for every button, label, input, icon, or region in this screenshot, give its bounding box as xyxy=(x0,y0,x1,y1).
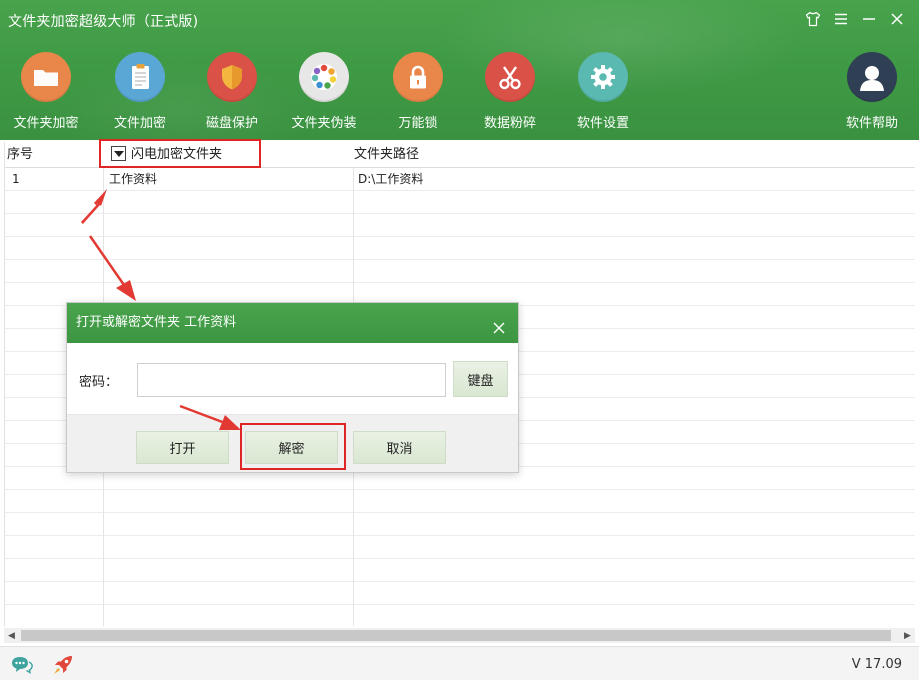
app-header: 文件夹加密超级大师（正式版) 文件夹加密 文件加密 磁盘保护 文件夹伪装 万能锁… xyxy=(0,0,919,140)
skin-icon[interactable] xyxy=(803,8,823,30)
keyboard-button[interactable]: 键盘 xyxy=(453,361,508,397)
dialog-close-icon[interactable] xyxy=(490,314,508,334)
row-folder-name: 工作资料 xyxy=(109,172,158,186)
menu-icon[interactable] xyxy=(831,8,851,30)
lock-icon xyxy=(393,52,443,102)
sort-dropdown-icon[interactable] xyxy=(111,146,126,161)
toolbar-label: 文件夹加密 xyxy=(13,116,79,131)
empty-row xyxy=(5,191,915,214)
empty-row xyxy=(5,559,915,582)
toolbar-universal-lock[interactable]: 万能锁 xyxy=(375,52,461,131)
column-header-folder-label: 闪电加密文件夹 xyxy=(131,147,223,162)
dialog-footer: 打开 解密 取消 xyxy=(67,414,518,472)
toolbar-file-encrypt[interactable]: 文件加密 xyxy=(97,52,183,131)
version-label: V 17.09 xyxy=(851,657,902,672)
empty-row xyxy=(5,605,915,626)
toolbar-folder-disguise[interactable]: 文件夹伪装 xyxy=(281,52,367,131)
open-button[interactable]: 打开 xyxy=(136,431,229,464)
dialog-titlebar: 打开或解密文件夹 工作资料 xyxy=(67,303,518,343)
column-header-folder[interactable]: 闪电加密文件夹 xyxy=(111,142,222,168)
row-folder-path: D:\工作资料 xyxy=(358,172,424,186)
password-label: 密码： xyxy=(79,375,119,390)
dialog-body: 密码： 键盘 xyxy=(67,343,518,414)
empty-row xyxy=(5,237,915,260)
table-row[interactable]: 1 工作资料 D:\工作资料 xyxy=(5,168,915,191)
cancel-button[interactable]: 取消 xyxy=(353,431,446,464)
empty-row xyxy=(5,214,915,237)
toolbar-folder-encrypt[interactable]: 文件夹加密 xyxy=(3,52,89,131)
clipboard-icon xyxy=(115,52,165,102)
table-header: 序号 闪电加密文件夹 文件夹路径 xyxy=(5,142,915,168)
folder-icon xyxy=(21,52,71,102)
empty-row xyxy=(5,490,915,513)
empty-row xyxy=(5,536,915,559)
scrollbar-thumb[interactable] xyxy=(21,630,891,641)
password-input[interactable] xyxy=(137,363,446,397)
column-header-index[interactable]: 序号 xyxy=(7,142,33,168)
empty-row xyxy=(5,513,915,536)
window-controls xyxy=(803,8,907,30)
toolbar-label: 文件夹伪装 xyxy=(291,116,357,131)
minimize-icon[interactable] xyxy=(859,8,879,30)
horizontal-scrollbar[interactable]: ◀ ▶ xyxy=(4,628,915,643)
column-header-path[interactable]: 文件夹路径 xyxy=(354,142,419,168)
empty-row xyxy=(5,260,915,283)
main-toolbar: 文件夹加密 文件加密 磁盘保护 文件夹伪装 万能锁 数据粉碎 软件设置 软件帮助 xyxy=(0,52,919,136)
toolbar-help[interactable]: 软件帮助 xyxy=(829,52,915,131)
palette-icon xyxy=(299,52,349,102)
toolbar-label: 软件帮助 xyxy=(845,116,898,131)
toolbar-label: 软件设置 xyxy=(576,116,629,131)
gear-icon xyxy=(578,52,628,102)
decrypt-button[interactable]: 解密 xyxy=(245,431,338,464)
toolbar-label: 磁盘保护 xyxy=(205,116,258,131)
toolbar-label: 数据粉碎 xyxy=(483,116,536,131)
empty-row xyxy=(5,582,915,605)
user-icon xyxy=(847,52,897,102)
toolbar-data-shred[interactable]: 数据粉碎 xyxy=(467,52,553,131)
row-index: 1 xyxy=(12,172,20,186)
shield-icon xyxy=(207,52,257,102)
app-title: 文件夹加密超级大师（正式版) xyxy=(8,14,199,30)
status-bar: V 17.09 xyxy=(0,646,919,680)
scissors-icon xyxy=(485,52,535,102)
scroll-right-icon[interactable]: ▶ xyxy=(900,628,915,643)
toolbar-disk-protect[interactable]: 磁盘保护 xyxy=(189,52,275,131)
dialog-title: 打开或解密文件夹 工作资料 xyxy=(76,315,237,330)
toolbar-label: 文件加密 xyxy=(113,116,166,131)
scroll-left-icon[interactable]: ◀ xyxy=(4,628,19,643)
close-icon[interactable] xyxy=(887,8,907,30)
rocket-icon[interactable] xyxy=(52,654,74,680)
toolbar-settings[interactable]: 软件设置 xyxy=(560,52,646,131)
open-decrypt-dialog: 打开或解密文件夹 工作资料 密码： 键盘 打开 解密 取消 xyxy=(66,302,519,473)
chat-icon[interactable] xyxy=(11,656,33,678)
toolbar-label: 万能锁 xyxy=(398,116,438,131)
